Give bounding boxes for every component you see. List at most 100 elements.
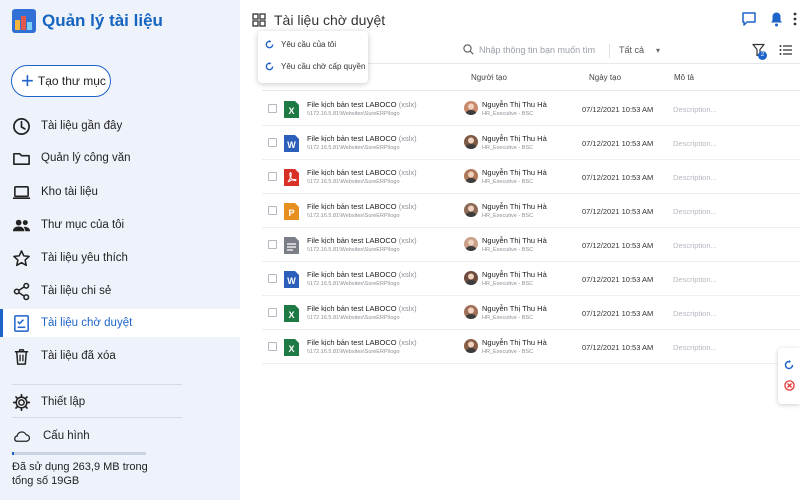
sidebar-item-settings[interactable]: Thiết lập [0,388,240,416]
column-header-creator[interactable]: Người tạo [471,73,507,82]
list-view-icon[interactable] [779,44,792,56]
status-filter-select[interactable]: Tất cả ▾ [619,45,660,55]
file-name[interactable]: File kịch bản test LABOCO (xslx) [307,236,417,245]
bell-icon[interactable] [769,11,784,27]
table-row[interactable]: X File kịch bản test LABOCO (xslx) \\172… [262,330,800,364]
page-title[interactable]: Tài liệu chờ duyệt [252,12,385,28]
description: Description... [673,207,717,216]
search-input[interactable]: Nhập thông tin bạn muốn tìm [463,44,595,55]
gear-icon [12,393,31,411]
avatar [464,339,478,353]
avatar [464,101,478,115]
file-name[interactable]: File kịch bản test LABOCO (xslx) [307,168,417,177]
file-path: \\172.16.5.81\Websites\SureERP\logo [307,281,400,287]
filter-count-badge: 2 [758,51,767,60]
search-divider [609,44,610,58]
storage-progress [12,452,146,455]
app-logo[interactable]: Quản lý tài liệu [12,9,163,33]
chat-icon[interactable] [741,11,757,27]
created-date: 07/12/2021 10:53 AM [582,105,654,114]
dropdown-item-my-requests[interactable]: Yêu cầu của tôi [265,40,336,49]
file-name-text: File kịch bản test LABOCO [307,100,397,109]
file-name[interactable]: File kịch bản test LABOCO (xslx) [307,134,417,143]
grid-icon [252,13,266,27]
avatar [464,135,478,149]
created-date: 07/12/2021 10:53 AM [582,207,654,216]
sidebar-item-label: Kho tài liệu [41,186,98,198]
table-row[interactable]: X File kịch bản test LABOCO (xslx) \\172… [262,296,800,330]
created-date: 07/12/2021 10:53 AM [582,241,654,250]
word-file-icon: W [284,271,299,288]
table-row[interactable]: W File kịch bản test LABOCO (xslx) \\172… [262,262,800,296]
sidebar-item-repository[interactable]: Kho tài liệu [0,178,240,206]
doc-file-icon [284,237,299,254]
creator-name: Nguyễn Thị Thu Hà [482,304,547,313]
sidebar-item-deleted[interactable]: Tài liệu đã xóa [0,342,240,370]
created-date: 07/12/2021 10:53 AM [582,275,654,284]
creator-name: Nguyễn Thị Thu Hà [482,202,547,211]
more-vertical-icon[interactable] [791,11,800,27]
description: Description... [673,139,717,148]
refresh-icon[interactable] [784,360,794,370]
trash-icon [14,348,29,365]
file-name[interactable]: File kịch bản test LABOCO (xslx) [307,202,417,211]
row-checkbox[interactable] [268,172,277,181]
row-checkbox[interactable] [268,138,277,147]
sidebar-item-my-folders[interactable]: Thư mục của tôi [0,211,240,239]
description: Description... [673,343,717,352]
file-name-text: File kịch bản test LABOCO [307,202,397,211]
sidebar-item-label: Tài liệu gần đây [41,120,123,132]
sidebar-item-config[interactable]: Cấu hình [0,422,240,450]
sidebar-item-recent[interactable]: Tài liệu gần đây [0,112,240,140]
table-row[interactable]: W File kịch bản test LABOCO (xslx) \\172… [262,126,800,160]
dropdown-item-pending-permission[interactable]: Yêu cầu chờ cấp quyền [265,62,365,71]
new-folder-button[interactable]: + Tạo thư mục [11,65,111,97]
sidebar-item-label: Tài liệu yêu thích [41,252,128,264]
sidebar-item-favorites[interactable]: Tài liệu yêu thích [0,244,240,272]
row-checkbox[interactable] [268,104,277,113]
column-header-created-date[interactable]: Ngày tạo [589,73,621,82]
sidebar-item-dispatch[interactable]: Quản lý công văn [0,144,240,172]
storage-progress-fill [12,452,14,455]
table-row[interactable]: P File kịch bản test LABOCO (xslx) \\172… [262,194,800,228]
file-name[interactable]: File kịch bản test LABOCO (xslx) [307,304,417,313]
created-date: 07/12/2021 10:53 AM [582,343,654,352]
table-row[interactable]: X File kịch bản test LABOCO (xslx) \\172… [262,92,800,126]
table-row[interactable]: File kịch bản test LABOCO (xslx) \\172.1… [262,160,800,194]
storage-text: Đã sử dụng 263,9 MB trong tổng số 19GB [12,461,148,487]
avatar [464,271,478,285]
row-checkbox[interactable] [268,206,277,215]
clock-icon [13,117,30,135]
file-extension: (xslx) [398,270,417,279]
file-extension: (xslx) [398,100,417,109]
pdf-file-icon [284,169,299,186]
file-extension: (xslx) [398,202,417,211]
sidebar-item-label: Thư mục của tôi [41,219,125,231]
row-checkbox[interactable] [268,308,277,317]
column-header-description[interactable]: Mô tả [674,73,694,82]
avatar [464,169,478,183]
cancel-circle-icon[interactable] [784,380,795,391]
folder-icon [13,152,30,165]
creator-role: HR_Executive - BSC [482,349,534,355]
search-placeholder: Nhập thông tin bạn muốn tìm [479,44,596,55]
file-name[interactable]: File kịch bản test LABOCO (xslx) [307,270,417,279]
sidebar-item-shared[interactable]: Tài liệu chi sẻ [0,277,240,305]
description: Description... [673,309,717,318]
table-row[interactable]: File kịch bản test LABOCO (xslx) \\172.1… [262,228,800,262]
sidebar-item-pending[interactable]: Tài liệu chờ duyệt [0,309,240,337]
file-name[interactable]: File kịch bản test LABOCO (xslx) [307,338,417,347]
sidebar-item-label: Tài liệu đã xóa [41,350,116,362]
excel-file-icon: X [284,305,299,322]
row-checkbox[interactable] [268,240,277,249]
sidebar-item-label: Quản lý công văn [41,152,131,164]
row-checkbox[interactable] [268,274,277,283]
sidebar-divider [12,384,182,385]
svg-text:W: W [287,140,296,150]
file-name[interactable]: File kịch bản test LABOCO (xslx) [307,100,417,109]
file-extension: (xslx) [398,168,417,177]
row-checkbox[interactable] [268,342,277,351]
refresh-icon [265,40,274,49]
sidebar-item-label: Tài liệu chi sẻ [41,285,112,297]
page-title-text: Tài liệu chờ duyệt [274,12,386,28]
